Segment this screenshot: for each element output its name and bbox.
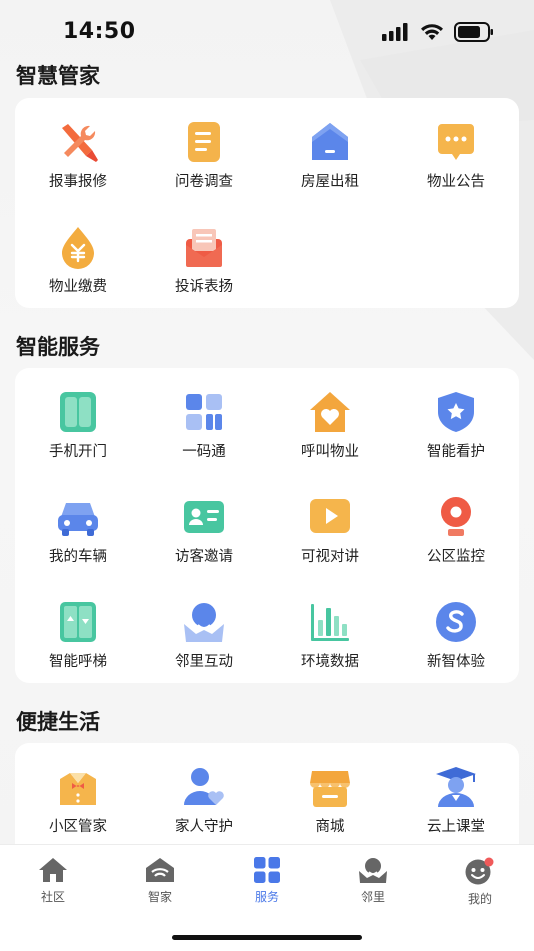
profile-icon (465, 857, 494, 885)
service-my-vehicle[interactable]: 我的车辆 (15, 485, 141, 590)
car-icon (58, 503, 98, 536)
home-icon (39, 858, 67, 882)
card-smart-butler: 报事报修 问卷调查 房屋出租 物业公告 物业缴费 投诉表扬 (15, 98, 519, 308)
status-time: 14:50 (63, 19, 136, 44)
section-title-smart-service: 智能服务 (16, 335, 100, 359)
tab-smart-home[interactable]: 智家 (120, 857, 200, 905)
camera-icon (441, 497, 471, 536)
section-title-convenient-life: 便捷生活 (16, 710, 100, 734)
envelope-icon (186, 229, 222, 267)
video-play-icon (310, 499, 350, 533)
signal-icon (382, 23, 408, 41)
service-new-experience[interactable]: 新智体验 (393, 590, 519, 695)
bar-chart-icon (311, 604, 349, 641)
service-video-intercom[interactable]: 可视对讲 (267, 485, 393, 590)
service-notice[interactable]: 物业公告 (393, 110, 519, 215)
section-title-smart-butler: 智慧管家 (16, 64, 100, 88)
grid-code-icon (186, 394, 222, 430)
card-smart-service: 手机开门 一码通 呼叫物业 智能看护 我的车辆 访客邀请 可视对讲 公区监控 智… (15, 368, 519, 683)
document-icon (188, 122, 220, 162)
message-icon (438, 124, 474, 160)
tab-profile[interactable]: 我的 (440, 857, 520, 907)
wifi-icon (421, 24, 443, 40)
neighbor-tab-icon (359, 858, 387, 883)
notification-badge (484, 857, 494, 867)
tab-bar: 社区 智家 服务 邻里 我的 (0, 844, 534, 951)
graduate-icon (436, 767, 476, 807)
house-icon (312, 123, 348, 160)
service-visitor[interactable]: 访客邀请 (141, 485, 267, 590)
door-icon (60, 392, 96, 432)
family-heart-icon (184, 768, 224, 805)
butler-icon (60, 773, 96, 805)
status-bar: 14:50 (0, 0, 534, 64)
s-circle-icon (436, 602, 476, 642)
shield-star-icon (438, 392, 474, 432)
elevator-icon (60, 602, 96, 642)
house-heart-icon (310, 392, 350, 432)
battery-icon (454, 22, 493, 42)
tab-services[interactable]: 服务 (227, 857, 307, 905)
service-call-property[interactable]: 呼叫物业 (267, 380, 393, 485)
smart-home-icon (146, 858, 174, 882)
service-rental[interactable]: 房屋出租 (267, 110, 393, 215)
service-survey[interactable]: 问卷调查 (141, 110, 267, 215)
tab-neighbors[interactable]: 邻里 (333, 857, 413, 905)
service-phone-door[interactable]: 手机开门 (15, 380, 141, 485)
tab-community[interactable]: 社区 (13, 857, 93, 905)
apps-icon (254, 857, 280, 883)
yuan-drop-icon (62, 227, 94, 269)
wrench-screwdriver-icon (62, 124, 98, 162)
service-elevator[interactable]: 智能呼梯 (15, 590, 141, 695)
service-repair[interactable]: 报事报修 (15, 110, 141, 215)
service-smart-care[interactable]: 智能看护 (393, 380, 519, 485)
service-neighbor[interactable]: 邻里互动 (141, 590, 267, 695)
home-indicator (172, 935, 362, 940)
service-environment[interactable]: 环境数据 (267, 590, 393, 695)
id-card-icon (184, 501, 224, 533)
store-icon (310, 771, 350, 807)
neighbor-icon (184, 603, 224, 642)
service-payment[interactable]: 物业缴费 (15, 215, 141, 320)
service-public-monitor[interactable]: 公区监控 (393, 485, 519, 590)
service-onecode[interactable]: 一码通 (141, 380, 267, 485)
service-complaint[interactable]: 投诉表扬 (141, 215, 267, 320)
